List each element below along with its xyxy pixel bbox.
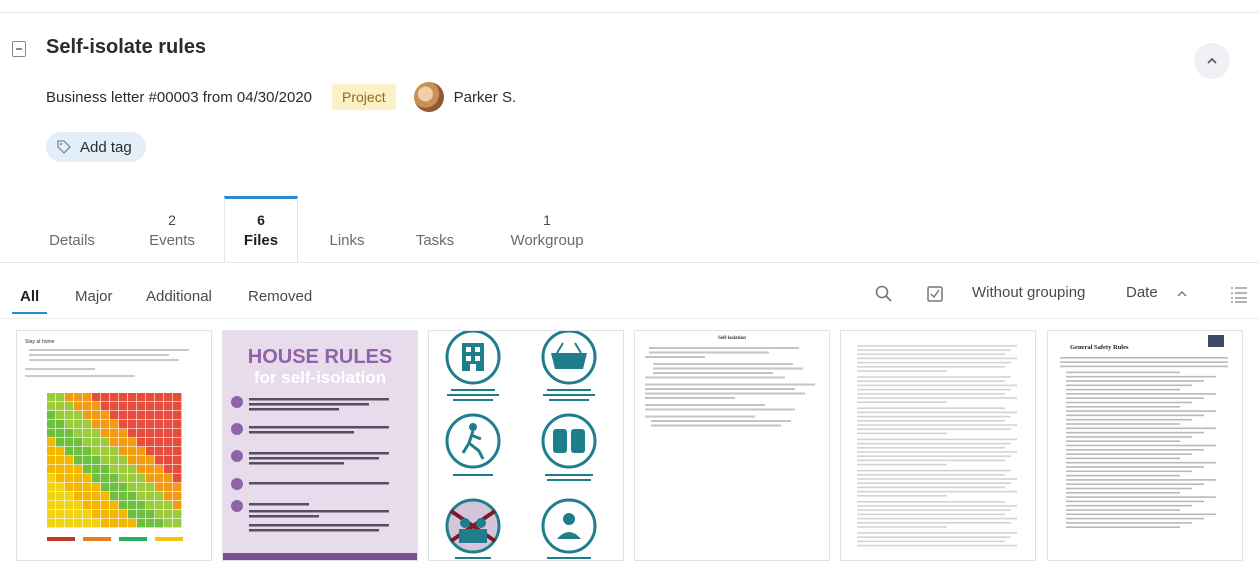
risk-matrix-grid bbox=[47, 393, 182, 528]
thumbnail-heading: General Safety Rules bbox=[1070, 344, 1129, 351]
meta-row: Business letter #00003 from 04/30/2020 P… bbox=[46, 82, 516, 112]
sort-select[interactable]: Date bbox=[1126, 284, 1158, 301]
file-card[interactable]: Self-isolation bbox=[634, 330, 830, 561]
page-title: Self-isolate rules bbox=[46, 36, 207, 58]
tab-tasks[interactable]: Tasks bbox=[396, 196, 474, 262]
tab-label: Workgroup bbox=[510, 232, 584, 249]
grouping-select[interactable]: Without grouping bbox=[972, 284, 1085, 301]
type-badge: Project bbox=[332, 84, 396, 110]
file-thumbnail-dense-document bbox=[857, 345, 1017, 547]
chevron-up-icon bbox=[1207, 57, 1217, 64]
poster-subtitle: for self-isolation bbox=[254, 368, 386, 387]
filter-additional[interactable]: Additional bbox=[138, 280, 220, 314]
top-divider bbox=[0, 12, 1259, 13]
tab-count: 6 bbox=[257, 212, 265, 228]
sort-ascending-chevron-icon[interactable] bbox=[1174, 286, 1190, 302]
file-thumbnail-safety-rules: General Safety Rules bbox=[1060, 335, 1228, 528]
file-card[interactable]: HOUSE RULES for self-isolation bbox=[222, 330, 418, 561]
tab-details[interactable]: Details bbox=[30, 196, 114, 262]
tab-count: 2 bbox=[168, 212, 176, 228]
poster-title: HOUSE RULES bbox=[248, 346, 392, 368]
document-collapse-icon[interactable] bbox=[12, 41, 26, 57]
thumbnail-heading: Self-isolation bbox=[718, 336, 746, 341]
file-thumbnail-risk-matrix: Stay at home bbox=[25, 339, 189, 541]
tab-events[interactable]: 2 Events bbox=[128, 196, 216, 262]
file-card[interactable]: Stay at home bbox=[16, 330, 212, 561]
cards-divider bbox=[0, 318, 1259, 319]
search-icon[interactable] bbox=[874, 284, 894, 304]
tab-files[interactable]: 6 Files bbox=[224, 196, 298, 262]
tab-count: 1 bbox=[543, 212, 551, 228]
collapse-button[interactable] bbox=[1194, 43, 1230, 79]
file-card[interactable] bbox=[840, 330, 1036, 561]
author-name[interactable]: Parker S. bbox=[454, 89, 517, 106]
tabs-divider bbox=[0, 262, 1259, 263]
document-link[interactable]: Business letter #00003 from 04/30/2020 bbox=[46, 89, 312, 106]
list-view-icon[interactable] bbox=[1229, 284, 1249, 304]
tab-label: Details bbox=[49, 232, 95, 249]
avatar bbox=[413, 82, 444, 112]
tab-label: Links bbox=[329, 232, 365, 249]
file-card[interactable] bbox=[428, 330, 624, 561]
file-thumbnail-house-rules: HOUSE RULES for self-isolation bbox=[223, 331, 417, 560]
filter-major[interactable]: Major bbox=[67, 280, 121, 314]
tag-icon bbox=[57, 140, 71, 154]
tab-label: Files bbox=[243, 232, 279, 249]
add-tag-label: Add tag bbox=[80, 138, 132, 156]
tab-label: Tasks bbox=[415, 232, 455, 249]
add-tag-button[interactable]: Add tag bbox=[46, 132, 146, 162]
thumbnail-heading: Stay at home bbox=[25, 339, 55, 345]
file-thumbnail-guidelines bbox=[445, 331, 597, 559]
tab-workgroup[interactable]: 1 Workgroup bbox=[492, 196, 602, 262]
file-card[interactable]: General Safety Rules bbox=[1047, 330, 1243, 561]
tab-links[interactable]: Links bbox=[310, 196, 384, 262]
filter-removed[interactable]: Removed bbox=[240, 280, 320, 314]
tab-label: Events bbox=[149, 232, 195, 249]
file-thumbnail-text-document: Self-isolation bbox=[645, 336, 815, 427]
filter-all[interactable]: All bbox=[12, 280, 48, 314]
select-all-checkbox-icon[interactable] bbox=[925, 284, 945, 304]
